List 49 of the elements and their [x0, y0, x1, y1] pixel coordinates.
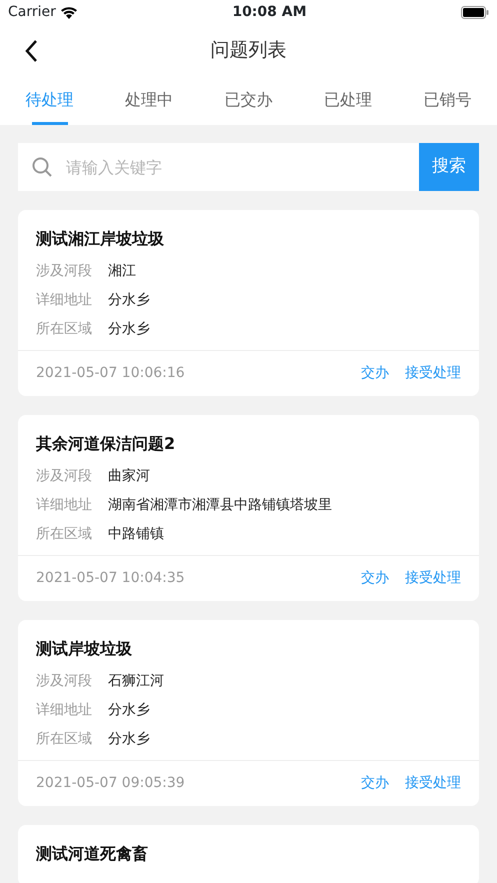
- search-icon: [32, 157, 52, 177]
- battery-icon: [460, 6, 489, 19]
- field-label: 详细地址: [36, 701, 93, 720]
- clock-time: 10:08 AM: [232, 3, 307, 22]
- action-link[interactable]: 接受处理: [405, 568, 461, 589]
- search-button[interactable]: 搜索: [419, 143, 479, 191]
- field-value: 中路铺镇: [108, 525, 164, 544]
- back-button[interactable]: [24, 38, 38, 63]
- issue-title: 测试河道死禽畜: [35, 843, 149, 865]
- search-field[interactable]: 请输入关键字: [18, 143, 419, 191]
- action-link[interactable]: 接受处理: [405, 773, 461, 794]
- issue-title: 测试岸坡垃圾: [35, 638, 133, 660]
- issue-card[interactable]: 测试岸坡垃圾 涉及河段 石狮江河 详细地址 分水乡 所在区域 分水乡 2021-05-07 09:05:39 交办 接受处理: [18, 620, 479, 806]
- action-link[interactable]: 接受处理: [405, 363, 461, 384]
- field-label: 所在区域: [36, 730, 93, 749]
- carrier-text: Carrier: [8, 3, 56, 22]
- field-label: 详细地址: [36, 496, 93, 515]
- issue-card[interactable]: 测试湘江岸坡垃圾 涉及河段 湘江 详细地址 分水乡 所在区域 分水乡 2021-05-07 10:06:16 交办 接受处理: [18, 210, 479, 396]
- field-label: 所在区域: [36, 320, 93, 339]
- issue-title: 其余河道保洁问题2: [35, 433, 176, 455]
- tab[interactable]: 已处理: [298, 75, 398, 125]
- tab[interactable]: 已销号: [398, 75, 497, 125]
- field-value: 曲家河: [108, 467, 150, 486]
- field-label: 涉及河段: [36, 467, 93, 486]
- field-label: 详细地址: [36, 291, 93, 310]
- issue-time: 2021-05-07 10:04:35: [36, 569, 186, 588]
- tab[interactable]: 处理中: [99, 75, 199, 125]
- field-label: 所在区域: [36, 525, 93, 544]
- field-value: 石狮江河: [108, 672, 164, 691]
- action-link[interactable]: 交办: [361, 773, 389, 794]
- issue-title: 测试湘江岸坡垃圾: [35, 228, 165, 250]
- tab[interactable]: 已交办: [198, 75, 298, 125]
- field-value: 湘江: [108, 262, 136, 281]
- tab[interactable]: 待处理: [0, 75, 100, 125]
- issue-card[interactable]: 其余河道保洁问题2 涉及河段 曲家河 详细地址 湖南省湘潭市湘潭县中路铺镇塔坡里 所在区域 中路铺镇 2021-05-07 10:04:35 交办 接受处理: [18, 415, 479, 601]
- field-label: 涉及河段: [36, 262, 93, 281]
- issue-time: 2021-05-07 10:06:16: [36, 364, 186, 383]
- field-label: 涉及河段: [36, 672, 93, 691]
- field-value: 分水乡: [108, 291, 150, 310]
- action-link[interactable]: 交办: [361, 363, 389, 384]
- wifi-icon: [60, 6, 78, 19]
- field-value: 分水乡: [108, 320, 150, 339]
- action-link[interactable]: 交办: [361, 568, 389, 589]
- field-value: 湖南省湘潭市湘潭县中路铺镇塔坡里: [108, 496, 332, 515]
- field-value: 分水乡: [108, 730, 150, 749]
- field-value: 分水乡: [108, 701, 150, 720]
- issue-time: 2021-05-07 09:05:39: [36, 774, 186, 793]
- issue-card[interactable]: 测试河道死禽畜: [18, 825, 479, 883]
- page-title: 问题列表: [210, 38, 286, 63]
